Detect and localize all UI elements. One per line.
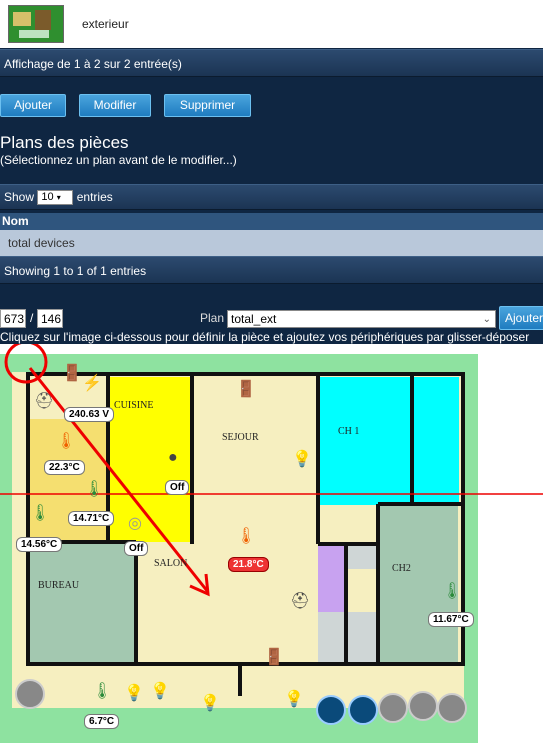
lightbulb-icon[interactable]: 💡 bbox=[200, 696, 220, 712]
room-label-ch1: CH 1 bbox=[338, 426, 360, 437]
plan-select[interactable]: total_ext ⌄ bbox=[227, 310, 496, 328]
delete-button[interactable]: Supprimer bbox=[164, 94, 251, 117]
table-info: Affichage de 1 à 2 sur 2 entrée(s) bbox=[0, 49, 543, 77]
siren-icon[interactable]: ⛑ bbox=[290, 594, 310, 610]
table-row[interactable]: total devices bbox=[0, 230, 543, 256]
hum-label-1: 14.71°C bbox=[68, 511, 115, 526]
plan-hint: Cliquez sur l'image ci-dessous pour défi… bbox=[0, 330, 530, 344]
siren-icon[interactable]: ⛑ bbox=[34, 394, 54, 410]
switch-state-1: Off bbox=[165, 480, 190, 495]
plan-label: Plan bbox=[200, 311, 225, 325]
table-info-plans: Showing 1 to 1 of 1 entries bbox=[0, 256, 543, 284]
temp-label-kitchen: 22.3°C bbox=[44, 460, 85, 475]
temp-label-bottom: 6.7°C bbox=[84, 714, 120, 729]
edit-button[interactable]: Modifier bbox=[79, 94, 151, 117]
plan-list-row[interactable]: exterieur bbox=[0, 0, 543, 48]
coord-x-field[interactable]: 673 bbox=[0, 309, 26, 328]
lightbulb-icon[interactable]: 💡 bbox=[124, 686, 144, 702]
temp-label-salon: 21.8°C bbox=[228, 557, 269, 572]
room-wc bbox=[348, 544, 378, 569]
add-button[interactable]: Ajouter bbox=[0, 94, 66, 117]
entries-label: entries bbox=[76, 190, 113, 204]
coord-separator: / bbox=[30, 311, 34, 325]
lightbulb-icon[interactable]: 💡 bbox=[284, 692, 304, 708]
plan-add-button[interactable]: Ajouter bbox=[499, 306, 543, 330]
voltage-label: 240.63 V bbox=[64, 407, 115, 422]
column-header-nom[interactable]: Nom bbox=[0, 213, 543, 230]
room-label-sejour: SEJOUR bbox=[222, 432, 259, 443]
switch-icon[interactable]: ● bbox=[168, 450, 178, 466]
thermometer-icon[interactable]: 🌡 bbox=[56, 434, 76, 450]
door-icon[interactable]: 🚪 bbox=[264, 650, 284, 666]
humidity-icon[interactable]: 🌡 bbox=[30, 506, 50, 522]
switch-icon[interactable]: ◎ bbox=[128, 516, 142, 532]
room-label-ch2: CH2 bbox=[392, 563, 411, 574]
temp-label-ch2: 11.67°C bbox=[428, 612, 474, 627]
room-label-cuisine: CUISINE bbox=[114, 400, 154, 411]
power-icon[interactable] bbox=[15, 679, 45, 709]
lightbulb-icon[interactable]: 💡 bbox=[292, 452, 312, 468]
room-bureau bbox=[30, 544, 136, 662]
room-label-bureau: BUREAU bbox=[38, 580, 80, 591]
power-icon[interactable] bbox=[378, 693, 408, 723]
power-icon[interactable] bbox=[437, 693, 467, 723]
door-icon[interactable]: 🚪 bbox=[236, 382, 256, 398]
floor-plan[interactable]: CUISINE SEJOUR CH 1 SALON BUREAU CH2 🚪 ⚡… bbox=[0, 344, 543, 743]
humidity-icon[interactable]: 🌡 bbox=[92, 684, 112, 700]
humidity-icon[interactable]: 🌡 bbox=[84, 482, 104, 498]
room-label-salon: SALON bbox=[154, 558, 188, 569]
chevron-down-icon: ⌄ bbox=[482, 314, 491, 325]
plan-thumbnail bbox=[8, 5, 64, 43]
coord-y-field[interactable]: 146 bbox=[37, 309, 63, 328]
hum-label-2: 14.56°C bbox=[16, 537, 63, 552]
chevron-down-icon: ▾ bbox=[56, 193, 61, 203]
lightbulb-icon[interactable]: 💡 bbox=[150, 684, 170, 700]
door-icon[interactable]: 🚪 bbox=[62, 366, 82, 382]
page-subtitle: (Sélectionnez un plan avant de le modifi… bbox=[0, 153, 237, 167]
thermometer-icon[interactable]: 🌡 bbox=[236, 529, 256, 545]
power-icon[interactable] bbox=[408, 691, 438, 721]
entries-select[interactable]: 10 ▾ bbox=[37, 190, 74, 206]
humidity-icon[interactable]: 🌡 bbox=[442, 584, 462, 600]
refresh-icon[interactable] bbox=[316, 695, 346, 725]
room-closet bbox=[318, 544, 346, 612]
show-label: Show bbox=[4, 190, 35, 204]
refresh-icon[interactable] bbox=[348, 695, 378, 725]
switch-state-2: Off bbox=[124, 541, 149, 556]
page-title: Plans des pièces bbox=[0, 133, 129, 152]
entries-length: Show 10 ▾ entries bbox=[0, 184, 543, 210]
room-ch1 bbox=[318, 377, 459, 505]
plan-name: exterieur bbox=[82, 17, 129, 31]
lightning-icon[interactable]: ⚡ bbox=[82, 376, 102, 392]
